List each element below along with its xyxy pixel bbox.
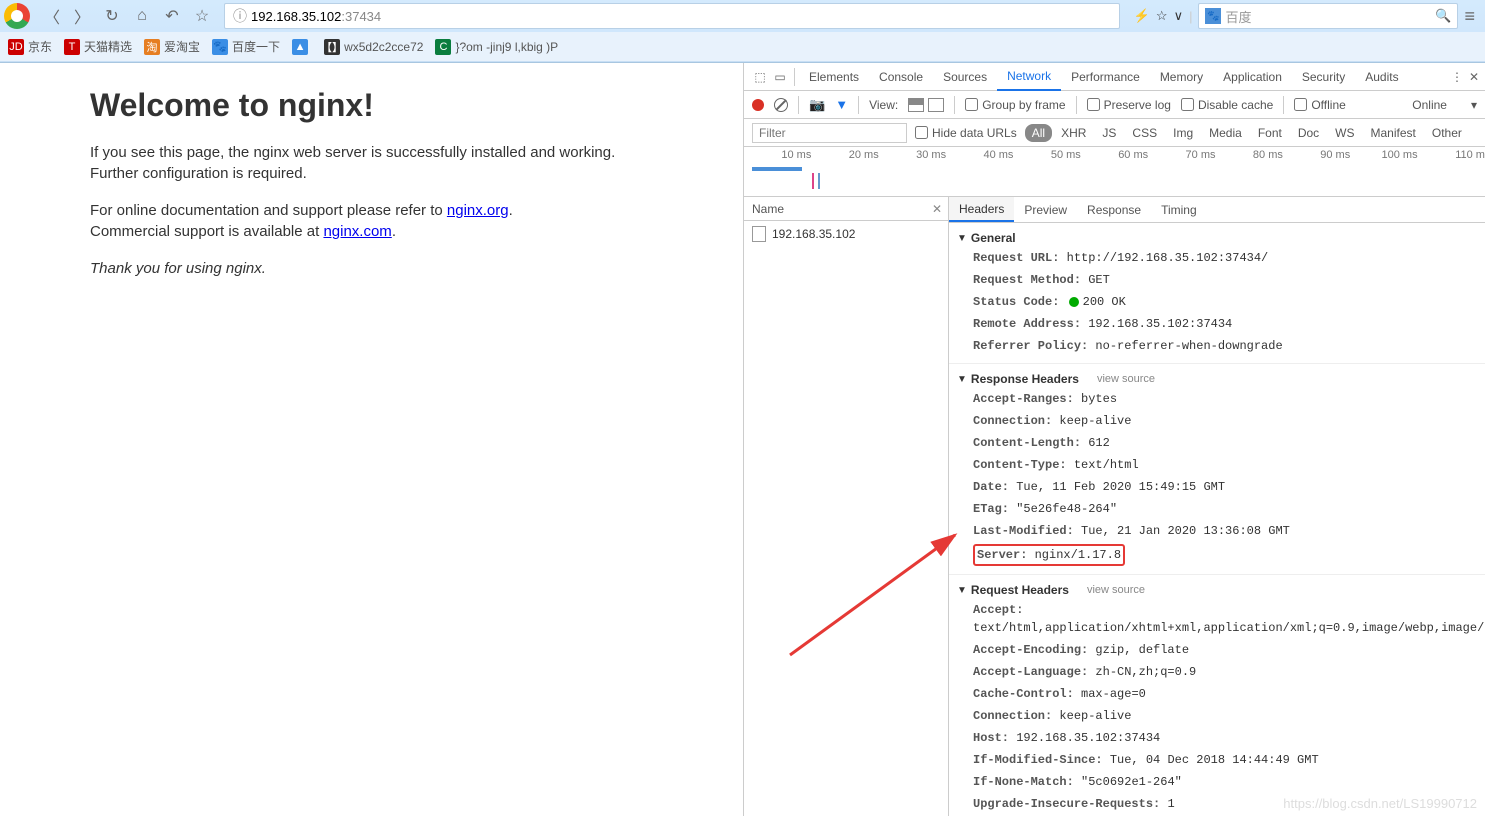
site-info-icon[interactable]: ⓘ	[233, 6, 247, 26]
hide-data-urls-checkbox[interactable]: Hide data URLs	[915, 126, 1017, 140]
tab-elements[interactable]: Elements	[799, 63, 869, 91]
offline-checkbox[interactable]: Offline	[1294, 98, 1345, 112]
search-placeholder: 百度	[1225, 7, 1435, 26]
close-details-icon[interactable]: ✕	[932, 202, 942, 216]
bookmark-item[interactable]: T天猫精选	[64, 38, 132, 55]
filter-icon[interactable]: ▼	[835, 97, 848, 112]
watermark: https://blog.csdn.net/LS19990712	[1283, 796, 1477, 811]
filter-row: Hide data URLs AllXHRJSCSSImgMediaFontDo…	[744, 119, 1485, 147]
filter-pill-img[interactable]: Img	[1166, 124, 1200, 142]
detail-tab-timing[interactable]: Timing	[1151, 197, 1207, 222]
url-host: 192.168.35.102	[251, 9, 341, 24]
chevron-down-icon[interactable]: ∨	[1174, 8, 1184, 24]
menu-icon[interactable]: ≡	[1464, 6, 1475, 27]
request-name: 192.168.35.102	[772, 227, 855, 241]
bookmark-star-button[interactable]: ☆	[188, 2, 216, 30]
tab-memory[interactable]: Memory	[1150, 63, 1213, 91]
address-bar[interactable]: ⓘ 192.168.35.102:37434	[224, 3, 1120, 29]
filter-pill-media[interactable]: Media	[1202, 124, 1249, 142]
search-engine-icon: 🐾	[1205, 8, 1221, 24]
search-box[interactable]: 🐾 百度 🔍	[1198, 3, 1458, 29]
device-icon[interactable]: ▭	[770, 70, 790, 84]
preserve-log-checkbox[interactable]: Preserve log	[1087, 98, 1171, 112]
tab-console[interactable]: Console	[869, 63, 933, 91]
request-details: HeadersPreviewResponseTiming ▼General Re…	[949, 197, 1485, 816]
view-list-icon[interactable]	[908, 98, 924, 112]
bookmarks-bar: JD京东 T天猫精选淘爱淘宝 🐾百度一下 ▲ 【】wx5d2c2cce72 C}?om -…	[0, 32, 1485, 62]
tab-sources[interactable]: Sources	[933, 63, 997, 91]
view-detail-icon[interactable]	[928, 98, 944, 112]
filter-pill-xhr[interactable]: XHR	[1054, 124, 1093, 142]
toolbar-right: ⚡ ☆ ∨ | 🐾 百度 🔍 ≡	[1128, 3, 1481, 29]
request-list: Name ✕ 192.168.35.102	[744, 197, 949, 816]
filter-pill-font[interactable]: Font	[1251, 124, 1289, 142]
tab-security[interactable]: Security	[1292, 63, 1355, 91]
tab-application[interactable]: Application	[1213, 63, 1292, 91]
detail-tab-headers[interactable]: Headers	[949, 197, 1014, 222]
browser-toolbar: 〈 〉 ↻ ⌂ ↶ ☆ ⓘ 192.168.35.102:37434 ⚡ ☆ ∨…	[0, 0, 1485, 32]
bookmark-item[interactable]: C}?om -jinj9 l,kbig )P	[435, 39, 558, 55]
devtools-more-icon[interactable]: ⋮	[1451, 70, 1463, 84]
filter-input[interactable]	[752, 123, 907, 143]
back-button[interactable]: 〈	[38, 2, 66, 30]
request-headers-section-header[interactable]: ▼Request Headersview source	[949, 581, 1485, 599]
bookmark-item[interactable]: 淘爱淘宝	[144, 38, 200, 55]
tab-audits[interactable]: Audits	[1355, 63, 1408, 91]
page-paragraph-1: If you see this page, the nginx web serv…	[90, 142, 653, 184]
page-thanks: Thank you for using nginx.	[90, 260, 266, 277]
devtools-tabs: ⬚ ▭ ElementsConsoleSourcesNetworkPerform…	[744, 63, 1485, 91]
throttling-select[interactable]: Online ▾	[1412, 98, 1477, 112]
filter-pill-js[interactable]: JS	[1095, 124, 1123, 142]
file-icon	[752, 226, 766, 242]
bookmark-item[interactable]: 【】wx5d2c2cce72	[324, 39, 423, 55]
filter-pill-css[interactable]: CSS	[1125, 124, 1164, 142]
disable-cache-checkbox[interactable]: Disable cache	[1181, 98, 1273, 112]
record-button[interactable]	[752, 99, 764, 111]
bookmark-item[interactable]: ▲	[292, 39, 312, 55]
filter-pill-other[interactable]: Other	[1425, 124, 1469, 142]
undo-button[interactable]: ↶	[158, 2, 186, 30]
server-header-highlight: Server: nginx/1.17.8	[973, 544, 1125, 566]
view-label: View:	[869, 98, 898, 112]
screenshot-icon[interactable]: 📷	[809, 97, 825, 113]
detail-tab-response[interactable]: Response	[1077, 197, 1151, 222]
view-source-link[interactable]: view source	[1097, 373, 1155, 385]
tab-performance[interactable]: Performance	[1061, 63, 1150, 91]
devtools-close-icon[interactable]: ✕	[1469, 70, 1479, 84]
url-port: :37434	[341, 9, 381, 24]
inspect-icon[interactable]: ⬚	[750, 70, 770, 84]
search-icon[interactable]: 🔍	[1435, 8, 1451, 24]
filter-pill-ws[interactable]: WS	[1328, 124, 1361, 142]
response-headers-section-header[interactable]: ▼Response Headersview source	[949, 370, 1485, 388]
bookmark-item[interactable]: JD京东	[8, 38, 52, 55]
home-button[interactable]: ⌂	[128, 2, 156, 30]
filter-pill-manifest[interactable]: Manifest	[1364, 124, 1423, 142]
page-title: Welcome to nginx!	[90, 87, 653, 124]
devtools-panel: ⬚ ▭ ElementsConsoleSourcesNetworkPerform…	[743, 63, 1485, 816]
view-source-link-2[interactable]: view source	[1087, 584, 1145, 596]
tab-network[interactable]: Network	[997, 63, 1061, 91]
reload-button[interactable]: ↻	[98, 2, 126, 30]
request-item[interactable]: 192.168.35.102	[744, 221, 948, 247]
network-toolbar: 📷 ▼ View: Group by frame Preserve log Di…	[744, 91, 1485, 119]
forward-button[interactable]: 〉	[68, 2, 96, 30]
general-section-header[interactable]: ▼General	[949, 229, 1485, 247]
detail-tab-preview[interactable]: Preview	[1014, 197, 1077, 222]
clear-button[interactable]	[774, 98, 788, 112]
page-content: Welcome to nginx! If you see this page, …	[0, 63, 743, 816]
status-dot-icon	[1069, 297, 1079, 307]
name-column-header[interactable]: Name ✕	[744, 197, 948, 221]
timeline[interactable]: 10 ms20 ms30 ms40 ms50 ms60 ms70 ms80 ms…	[744, 147, 1485, 197]
nginx-com-link[interactable]: nginx.com	[323, 223, 391, 240]
flash-icon[interactable]: ⚡	[1134, 8, 1150, 24]
bookmark-item[interactable]: 🐾百度一下	[212, 38, 280, 55]
filter-pill-doc[interactable]: Doc	[1291, 124, 1326, 142]
page-paragraph-2: For online documentation and support ple…	[90, 200, 653, 242]
star-icon[interactable]: ☆	[1156, 8, 1168, 24]
browser-chrome: 〈 〉 ↻ ⌂ ↶ ☆ ⓘ 192.168.35.102:37434 ⚡ ☆ ∨…	[0, 0, 1485, 63]
filter-pill-all[interactable]: All	[1025, 124, 1052, 142]
group-by-frame-checkbox[interactable]: Group by frame	[965, 98, 1065, 112]
browser-logo-icon	[4, 3, 30, 29]
nginx-org-link[interactable]: nginx.org	[447, 202, 509, 219]
